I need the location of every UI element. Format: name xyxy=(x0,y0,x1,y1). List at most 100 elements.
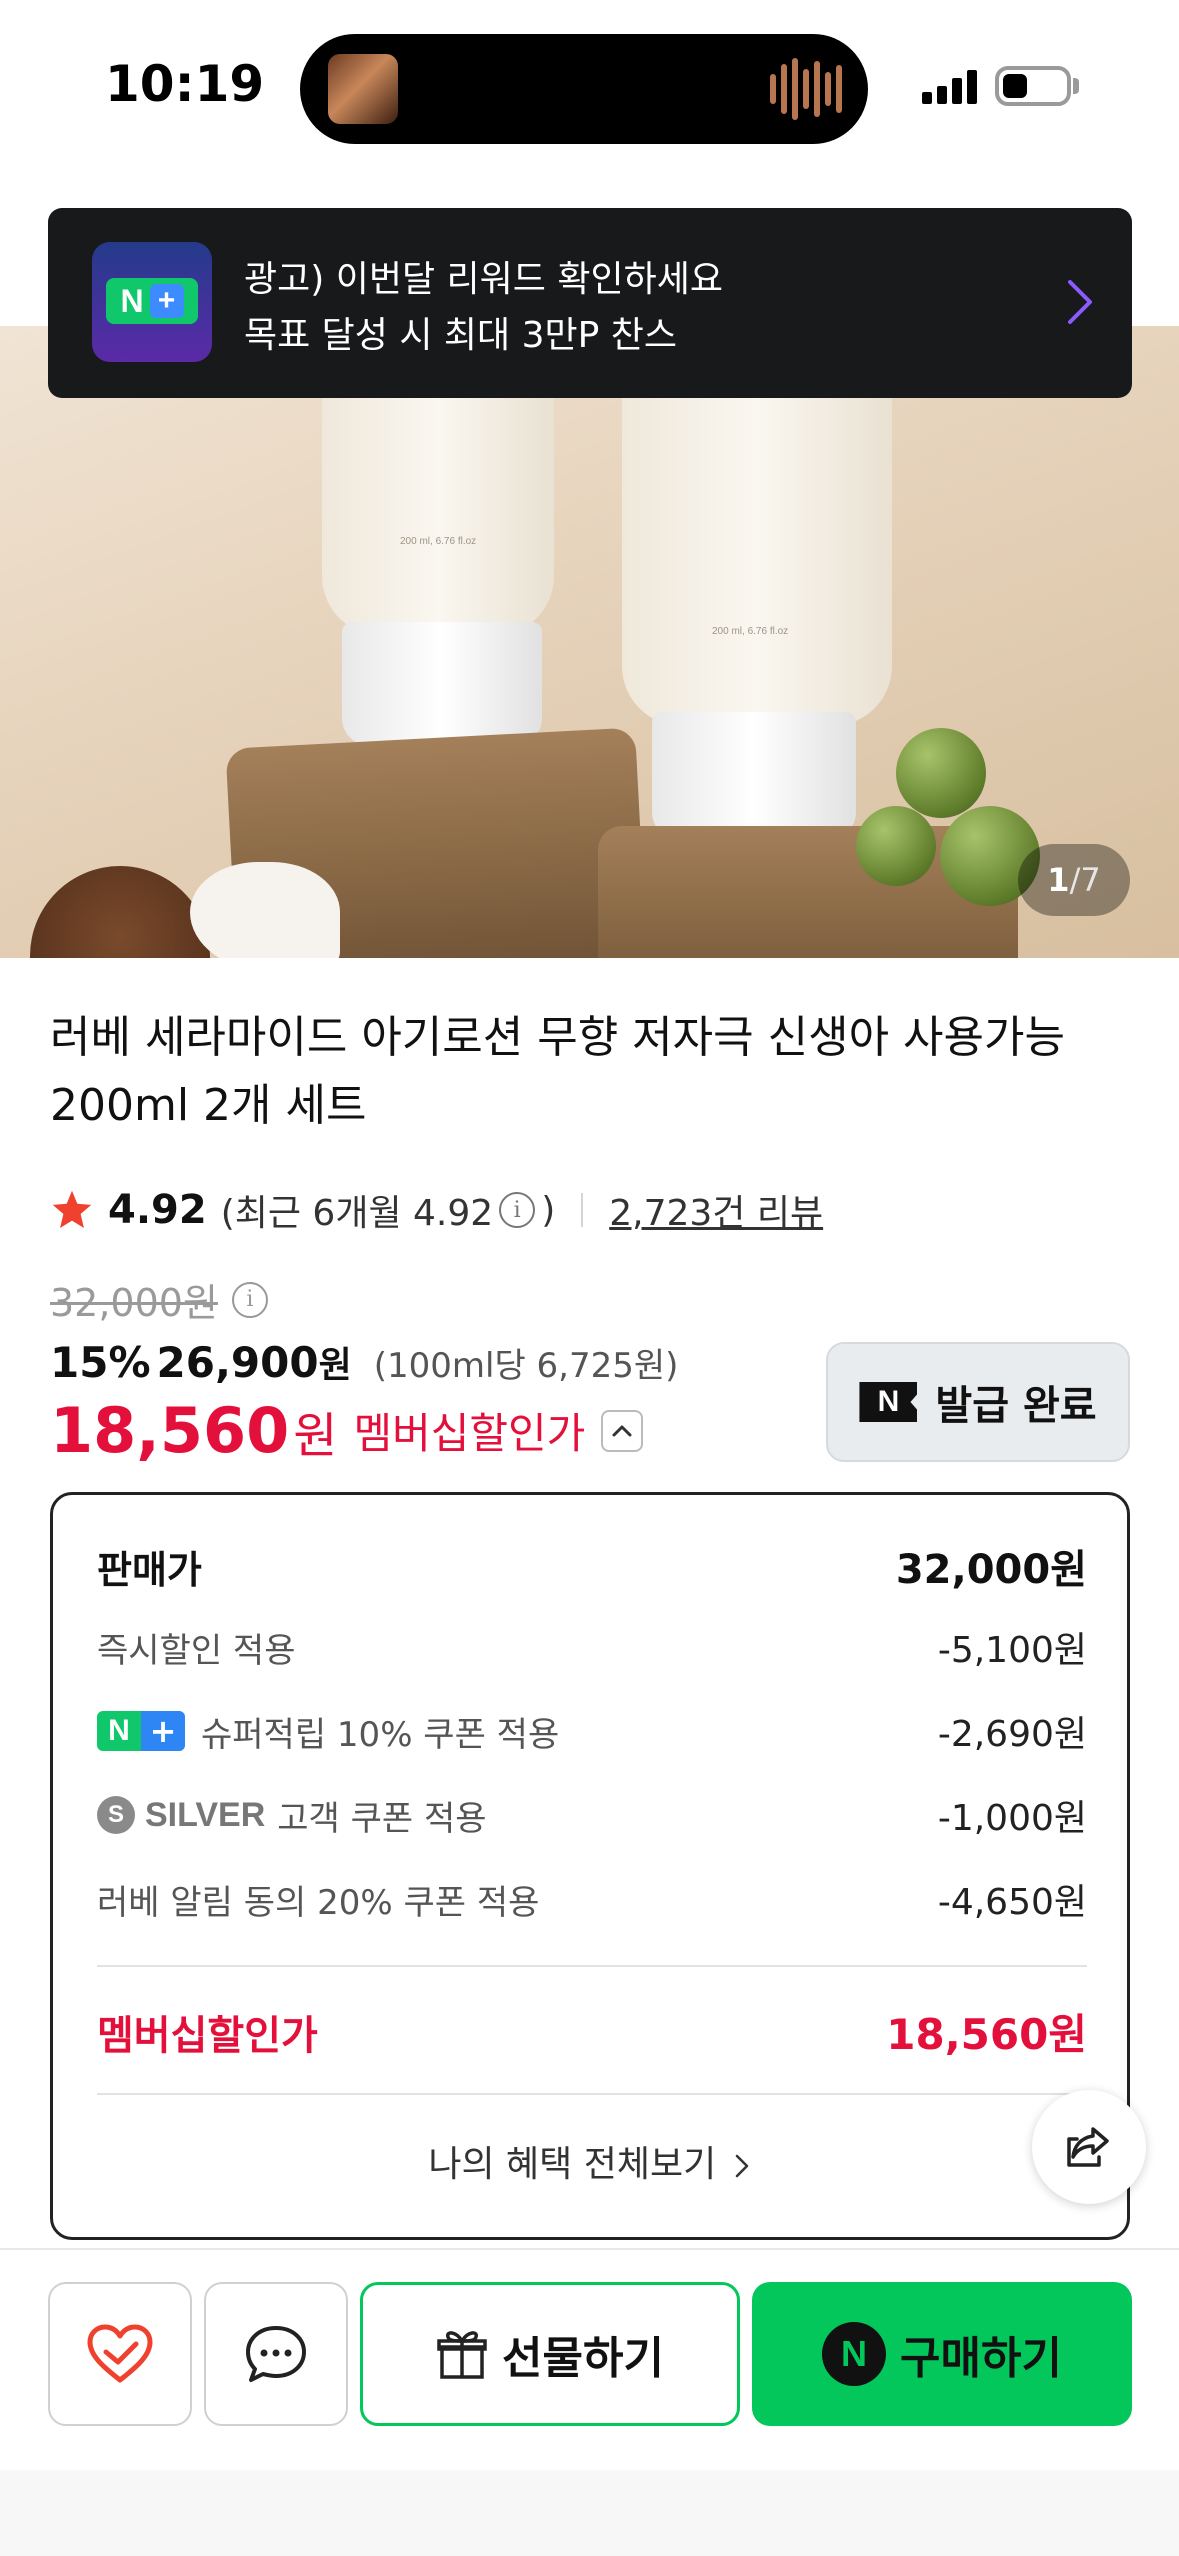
chevron-right-icon xyxy=(735,2154,748,2178)
share-icon xyxy=(1067,2127,1109,2167)
page-current: 1 xyxy=(1047,861,1070,899)
breakdown-header-row: 판매가 32,000원 xyxy=(97,1537,1087,1595)
breakdown-row-value: -2,690원 xyxy=(937,1714,1087,1755)
page-total: 7 xyxy=(1080,861,1101,899)
breakdown-row: 즉시할인 적용 -5,100원 xyxy=(97,1621,1087,1673)
ad-subtitle: 목표 달성 시 최대 3만P 찬스 xyxy=(244,315,678,356)
rating-value: 4.92 xyxy=(108,1187,207,1233)
discount-percent: 15% xyxy=(50,1338,151,1387)
tube-cap-right xyxy=(652,712,856,840)
olive xyxy=(896,728,986,818)
breakdown-member-value: 18,560원 xyxy=(886,2010,1087,2059)
divider xyxy=(581,1193,584,1227)
chat-bubble-icon xyxy=(246,2326,306,2382)
sale-price-won: 원 xyxy=(318,1345,352,1386)
tube-label-left: 200 ml, 6.76 fl.oz xyxy=(400,536,477,547)
breakdown-row-label: 슈퍼적립 10% 쿠폰 적용 xyxy=(201,1714,560,1755)
rating-row: 4.92 (최근 6개월 4.92 i ) 2,723건 리뷰 xyxy=(50,1182,823,1238)
now-playing-artwork xyxy=(328,54,398,124)
star-icon xyxy=(52,1190,92,1228)
tube-cap-left xyxy=(342,622,542,746)
dynamic-island[interactable] xyxy=(300,34,868,144)
product-image-gallery[interactable]: 200 ml, 6.76 fl.oz 200 ml, 6.76 fl.oz 1 … xyxy=(0,326,1179,958)
tube-label-right: 200 ml, 6.76 fl.oz xyxy=(712,626,789,637)
breakdown-row-label: 즉시할인 적용 xyxy=(97,1630,296,1671)
breakdown-header-value: 32,000원 xyxy=(895,1547,1087,1593)
member-price-won: 원 xyxy=(293,1407,338,1464)
chevron-up-icon xyxy=(612,1425,632,1436)
view-all-benefits-link[interactable]: 나의 혜택 전체보기 xyxy=(53,2135,1127,2187)
naver-plus-badge-icon: N + xyxy=(97,1711,185,1751)
status-time: 10:19 xyxy=(105,55,265,113)
silver-grade-text: SILVER xyxy=(145,1795,266,1834)
breakdown-row-value: -1,000원 xyxy=(937,1798,1087,1839)
buy-button[interactable]: N 구매하기 xyxy=(752,2282,1132,2426)
breakdown-row-value: -4,650원 xyxy=(937,1882,1087,1923)
status-bar: 10:19 xyxy=(0,0,1179,170)
silver-grade-icon: S xyxy=(97,1796,135,1834)
breakdown-row: 러베 알림 동의 20% 쿠폰 적용 -4,650원 xyxy=(97,1873,1087,1925)
sale-price: 26,900 xyxy=(156,1338,319,1387)
price-breakdown-panel: 판매가 32,000원 즉시할인 적용 -5,100원 N + 슈퍼적립 10% … xyxy=(50,1492,1130,2240)
naver-plus-n: N xyxy=(120,282,144,319)
buy-button-label: 구매하기 xyxy=(900,2333,1062,2384)
recent-rating-close: ) xyxy=(541,1189,556,1231)
info-icon[interactable]: i xyxy=(231,1281,268,1318)
gift-button-label: 선물하기 xyxy=(502,2333,664,2384)
breakdown-row-label: 고객 쿠폰 적용 xyxy=(277,1798,487,1839)
member-price-row: 18,560 원 멤버십할인가 xyxy=(50,1394,644,1467)
breakdown-row-value: -5,100원 xyxy=(937,1630,1087,1671)
chevron-right-icon[interactable] xyxy=(1060,274,1100,330)
breakdown-row: N + 슈퍼적립 10% 쿠폰 적용 -2,690원 xyxy=(97,1705,1087,1757)
unit-price: (100ml당 6,725원) xyxy=(373,1346,679,1386)
view-all-benefits-label: 나의 혜택 전체보기 xyxy=(428,2144,717,2185)
home-indicator-area xyxy=(0,2470,1179,2556)
breakdown-row: S SILVER 고객 쿠폰 적용 -1,000원 xyxy=(97,1789,1087,1841)
ad-title: 광고) 이번달 리워드 확인하세요 xyxy=(244,259,723,300)
gift-button[interactable]: 선물하기 xyxy=(360,2282,740,2426)
member-price-label: 멤버십할인가 xyxy=(353,1409,586,1458)
breakdown-member-label: 멤버십할인가 xyxy=(97,2012,318,2059)
coconut-shell xyxy=(30,866,210,958)
battery-cap xyxy=(1073,78,1079,94)
original-price-row: 32,000원 i xyxy=(50,1272,274,1327)
breakdown-member-row: 멤버십할인가 18,560원 xyxy=(97,2001,1087,2062)
naver-plus-logo-icon: N + xyxy=(92,242,212,362)
sale-price-row: 15% 26,900 원 (100ml당 6,725원) xyxy=(50,1336,678,1388)
plus-icon: + xyxy=(149,284,184,318)
breakdown-header-label: 판매가 xyxy=(97,1547,202,1592)
breakdown-row-label: 러베 알림 동의 20% 쿠폰 적용 xyxy=(97,1882,540,1923)
recent-rating: (최근 6개월 4.92 i ) xyxy=(221,1184,556,1236)
naver-plus-badge: N + xyxy=(106,278,198,324)
divider xyxy=(97,2093,1087,2095)
breakdown-row-left: N + 슈퍼적립 10% 쿠폰 적용 xyxy=(97,1707,559,1756)
info-icon[interactable]: i xyxy=(499,1192,536,1228)
badge-plus: + xyxy=(141,1711,185,1751)
talktalk-button[interactable] xyxy=(204,2282,348,2426)
zzim-button[interactable] xyxy=(48,2282,192,2426)
product-title: 러베 세라마이드 아기로션 무향 저자극 신생아 사용가능 200ml 2개 세… xyxy=(50,1012,1065,1131)
naver-coupon-icon: N xyxy=(859,1382,918,1422)
divider xyxy=(97,1965,1087,1967)
heart-check-icon xyxy=(87,2324,153,2383)
coupon-button-label: 발급 완료 xyxy=(935,1383,1097,1429)
collapse-toggle[interactable] xyxy=(601,1409,644,1452)
badge-n: N xyxy=(108,1714,130,1747)
battery-icon xyxy=(995,66,1071,106)
share-button[interactable] xyxy=(1032,2090,1146,2204)
audio-waveform-icon xyxy=(770,58,842,120)
page-separator: / xyxy=(1069,861,1081,899)
cellular-signal-icon xyxy=(922,66,980,104)
coupon-issued-button[interactable]: N 발급 완료 xyxy=(826,1342,1130,1462)
ad-notification-banner[interactable]: N + 광고) 이번달 리워드 확인하세요 목표 달성 시 최대 3만P 찬스 xyxy=(48,208,1132,398)
member-price: 18,560 xyxy=(50,1394,290,1467)
image-page-indicator: 1 / 7 xyxy=(1018,844,1130,916)
coconut-flesh xyxy=(190,862,340,958)
recent-rating-text: (최근 6개월 4.92 xyxy=(220,1193,494,1234)
breakdown-row-left: S SILVER 고객 쿠폰 적용 xyxy=(97,1791,487,1840)
naver-pay-icon: N xyxy=(822,2322,887,2386)
gift-icon xyxy=(437,2331,487,2379)
review-count-link[interactable]: 2,723건 리뷰 xyxy=(609,1184,823,1236)
olive xyxy=(856,806,936,886)
original-price: 32,000원 xyxy=(50,1281,218,1325)
